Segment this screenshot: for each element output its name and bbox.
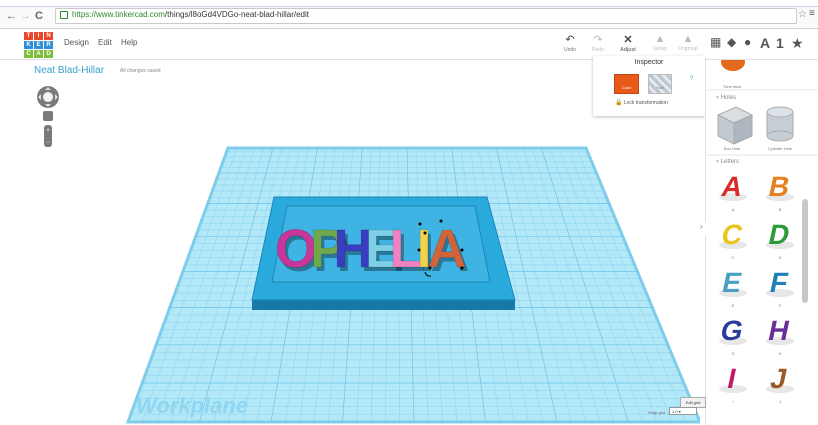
favorite-star-icon[interactable]: ★ xyxy=(791,35,804,52)
snap-grid-label: Snap grid xyxy=(648,410,666,415)
redo-label: Redo xyxy=(592,47,604,53)
help-icon[interactable]: ? xyxy=(690,76,693,82)
undo-button[interactable]: ↶ Undo xyxy=(558,33,582,53)
letter-label-e: E xyxy=(731,303,735,308)
shape-tube-thick[interactable] xyxy=(721,60,745,71)
lock-transformation-toggle[interactable]: 🔒 Lock transformation xyxy=(615,99,668,106)
zoom-in-icon[interactable]: + xyxy=(46,128,50,134)
letter-label-g: G xyxy=(731,351,735,356)
letter-label-h: H xyxy=(778,351,782,356)
fit-view-icon[interactable] xyxy=(43,111,53,121)
logo-tile: N xyxy=(44,32,53,40)
ungroup-icon: ▲ xyxy=(682,33,694,45)
base-plate-edge xyxy=(252,300,515,310)
url-path: /things/l8oGd4VDGo-neat-blad-hillar/edit xyxy=(164,10,309,19)
adjust-label: Adjust xyxy=(620,47,636,53)
ungroup-button[interactable]: ▲ Ungroup xyxy=(676,33,700,52)
undo-icon: ↶ xyxy=(565,34,575,46)
number-tool-icon[interactable]: 1 xyxy=(776,35,784,51)
ungroup-label: Ungroup xyxy=(678,46,698,52)
letter-label-b: B xyxy=(778,207,782,212)
back-arrow-icon[interactable]: ← xyxy=(6,10,17,22)
window-top-strip xyxy=(0,0,818,7)
group-icon: ▲ xyxy=(654,33,666,45)
browser-menu-icon[interactable]: ≡ xyxy=(809,8,815,19)
chevron-down-icon: ▾ xyxy=(678,409,681,414)
collapse-panel-chevron-icon[interactable]: › xyxy=(700,222,708,236)
ophelia-letters[interactable]: OOPPHHEELLIIAA xyxy=(275,219,470,283)
logo-tile: D xyxy=(44,50,53,58)
letters-section-header[interactable]: ▿ Letters xyxy=(716,158,739,165)
workplane-label: Workplane xyxy=(136,393,248,418)
inspector-panel: Inspector Color Hole ? 🔒 Lock transforma… xyxy=(593,56,705,116)
sphere-icon[interactable]: ● xyxy=(744,35,751,49)
group-button[interactable]: ▲ Group xyxy=(648,33,672,52)
logo-tile: C xyxy=(24,50,33,58)
url-text: https://www.tinkercad.com/things/l8oGd4V… xyxy=(72,10,309,19)
browser-chrome: ← → C https://www.tinkercad.com/things/l… xyxy=(0,0,818,29)
zoom-out-icon[interactable]: − xyxy=(46,140,50,146)
letter-label-j: J xyxy=(779,399,781,404)
panel-scrollbar[interactable] xyxy=(802,199,808,303)
view-cube-control[interactable]: + − xyxy=(37,86,59,147)
redo-button[interactable]: ↷ Redo xyxy=(586,33,610,53)
grid-view-icon[interactable]: ▦ xyxy=(710,35,721,49)
logo-tile: T xyxy=(24,32,33,40)
snap-grid-value: 1.0 xyxy=(672,409,678,414)
hole-button[interactable]: Hole xyxy=(648,74,672,94)
letter-label-a: A xyxy=(731,207,735,212)
home-view-icon[interactable] xyxy=(43,92,53,102)
menu-help[interactable]: Help xyxy=(121,38,137,47)
secure-lock-icon xyxy=(60,11,68,19)
shape-cylinder-hole[interactable] xyxy=(766,106,794,142)
letter-label-f: F xyxy=(778,303,782,308)
snap-grid-select[interactable]: 1.0 ▾ xyxy=(669,407,697,415)
letter-label-c: C xyxy=(731,255,735,260)
tube-thick-label: Tube thick xyxy=(722,84,742,89)
letters-section-title: Letters xyxy=(720,159,740,165)
forward-arrow-icon[interactable]: → xyxy=(20,10,31,22)
logo-tile: A xyxy=(34,50,43,58)
holes-section-title: Holes xyxy=(720,95,737,101)
inspector-title: Inspector xyxy=(634,59,664,66)
cube-icon[interactable]: ◆ xyxy=(727,35,736,49)
undo-label: Undo xyxy=(564,47,576,53)
tinkercad-logo[interactable]: TIN KER CAD xyxy=(24,32,54,59)
lock-label: Lock transformation xyxy=(623,100,668,106)
adjust-icon: ✕ xyxy=(623,34,633,46)
logo-tile: K xyxy=(24,41,33,49)
menu-design[interactable]: Design xyxy=(64,38,89,47)
letter-label-i: I xyxy=(732,399,734,404)
scene-letter-a[interactable]: A xyxy=(427,219,467,280)
address-bar[interactable]: https://www.tinkercad.com/things/l8oGd4V… xyxy=(55,8,797,24)
group-label: Group xyxy=(653,46,667,52)
text-tool-icon[interactable]: A xyxy=(760,35,770,51)
redo-icon: ↷ xyxy=(593,34,603,46)
letter-label-d: D xyxy=(778,255,782,260)
lock-icon: 🔒 xyxy=(615,100,623,106)
letters-grid: A BC DE FG HI J xyxy=(718,170,794,394)
logo-tile: R xyxy=(44,41,53,49)
holes-section-header[interactable]: ▿ Holes xyxy=(716,94,736,101)
adjust-button[interactable]: ✕ Adjust xyxy=(616,33,640,53)
url-host: https://www.tinkercad.com xyxy=(72,10,165,19)
reload-icon[interactable]: C xyxy=(35,10,43,22)
box-hole-label: Box Hole xyxy=(723,146,741,151)
color-button[interactable]: Color xyxy=(614,74,639,94)
logo-tile: E xyxy=(34,41,43,49)
bookmark-star-icon[interactable]: ☆ xyxy=(798,9,807,20)
cylinder-hole-label: Cylinder Hole xyxy=(767,146,792,151)
logo-tile: I xyxy=(34,32,43,40)
menu-edit[interactable]: Edit xyxy=(98,38,112,47)
shape-box-hole[interactable] xyxy=(716,106,754,145)
